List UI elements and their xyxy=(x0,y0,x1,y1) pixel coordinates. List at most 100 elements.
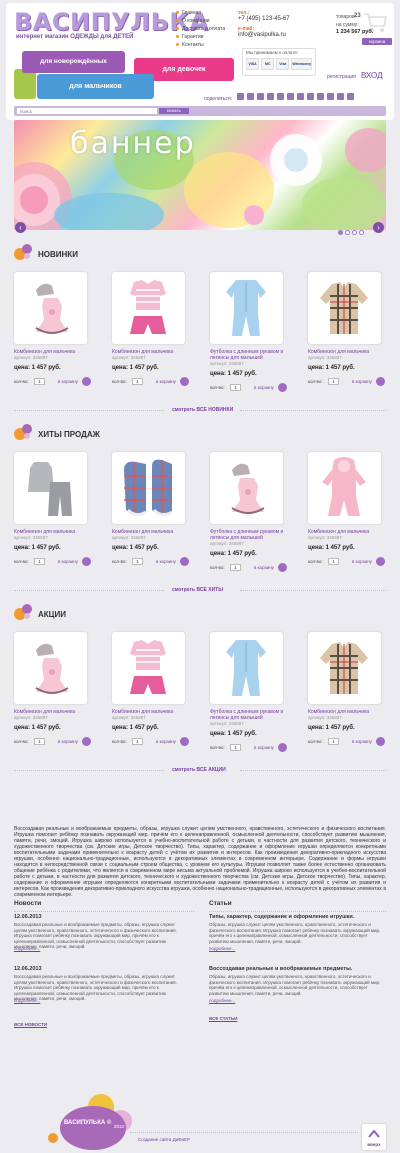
quantity-input[interactable]: 1 xyxy=(230,384,241,391)
product-article: артикул: 345897 xyxy=(112,715,146,720)
banner-dot[interactable] xyxy=(359,230,364,235)
add-to-cart-link[interactable]: в корзину xyxy=(352,559,372,564)
friendfeed-icon[interactable] xyxy=(337,93,344,100)
facebook-icon[interactable] xyxy=(247,93,254,100)
product-article: артикул: 345897 xyxy=(210,721,244,726)
quantity-input[interactable]: 1 xyxy=(328,378,339,385)
scroll-top-button[interactable]: вверх xyxy=(362,1124,386,1150)
product-name[interactable]: Футболка с длинным рукавом и легинсы для… xyxy=(210,349,290,361)
banner-prev-arrow[interactable]: ‹ xyxy=(15,222,26,233)
add-to-cart-link[interactable]: в корзину xyxy=(254,385,274,390)
section-divider-right xyxy=(240,590,386,591)
banner-next-arrow[interactable]: › xyxy=(373,222,384,233)
quantity-input[interactable]: 1 xyxy=(328,558,339,565)
email-link[interactable]: info@vasipulka.ru xyxy=(238,32,286,38)
quantity-input[interactable]: 1 xyxy=(132,378,143,385)
add-to-cart-link[interactable]: в корзину xyxy=(156,379,176,384)
ya-icon[interactable] xyxy=(307,93,314,100)
odnoklassniki-icon[interactable] xyxy=(267,93,274,100)
add-to-cart-icon[interactable] xyxy=(180,377,189,386)
vk-icon[interactable] xyxy=(237,93,244,100)
see-all-link[interactable]: смотреть ВСЕ АКЦИИ xyxy=(172,767,226,773)
add-to-cart-icon[interactable] xyxy=(376,737,385,746)
quantity-input[interactable]: 1 xyxy=(230,564,241,571)
quantity-input[interactable]: 1 xyxy=(132,558,143,565)
see-all-link[interactable]: смотреть ВСЕ ХИТЫ xyxy=(172,587,223,593)
register-link[interactable]: регистрация xyxy=(327,74,356,80)
add-to-cart-icon[interactable] xyxy=(180,557,189,566)
twitter-icon[interactable] xyxy=(257,93,264,100)
blogger-icon[interactable] xyxy=(317,93,324,100)
product-article: артикул: 345897 xyxy=(210,361,244,366)
product-image[interactable] xyxy=(112,452,185,524)
banner-dot[interactable] xyxy=(345,230,350,235)
add-to-cart-link[interactable]: в корзину xyxy=(58,739,78,744)
product-image[interactable] xyxy=(112,632,185,704)
tab-newborn[interactable]: для новорождённых xyxy=(22,51,125,73)
all-news-link[interactable]: ВСЕ НОВОСТИ xyxy=(14,1022,47,1027)
add-to-cart-link[interactable]: в корзину xyxy=(352,739,372,744)
product-image[interactable] xyxy=(308,452,381,524)
article-more-link[interactable]: подробнее... xyxy=(209,998,235,1003)
developer-link[interactable]: Создание сайта ДиФиЕР xyxy=(138,1137,190,1142)
add-to-cart-icon[interactable] xyxy=(82,737,91,746)
product-name[interactable]: Футболка с длинным рукавом и легинсы для… xyxy=(210,529,290,541)
add-to-cart-icon[interactable] xyxy=(82,377,91,386)
article-title[interactable]: Типы, характер, содержание и оформление … xyxy=(209,914,386,920)
banner-dot[interactable] xyxy=(352,230,357,235)
add-to-cart-icon[interactable] xyxy=(180,737,189,746)
google-icon[interactable] xyxy=(297,93,304,100)
add-to-cart-link[interactable]: в корзину xyxy=(58,559,78,564)
product-image[interactable] xyxy=(112,272,185,344)
nav-item-guarantees[interactable]: Гарантии xyxy=(176,33,232,41)
product-name[interactable]: Футболка с длинным рукавом и легинсы для… xyxy=(210,709,290,721)
mailru-icon[interactable] xyxy=(277,93,284,100)
nav-item-about[interactable]: О компании xyxy=(176,17,232,25)
add-to-cart-icon[interactable] xyxy=(376,377,385,386)
banner-dot[interactable] xyxy=(338,230,343,235)
product-image[interactable] xyxy=(210,452,283,524)
add-to-cart-link[interactable]: в корзину xyxy=(58,379,78,384)
quantity-input[interactable]: 1 xyxy=(34,378,45,385)
add-to-cart-link[interactable]: в корзину xyxy=(254,565,274,570)
add-to-cart-link[interactable]: в корзину xyxy=(156,739,176,744)
product-image[interactable] xyxy=(14,272,87,344)
add-to-cart-link[interactable]: в корзину xyxy=(156,559,176,564)
quantity-input[interactable]: 1 xyxy=(132,738,143,745)
article-more-link[interactable]: подробнее... xyxy=(209,946,235,951)
product-image[interactable] xyxy=(308,272,381,344)
nav-item-contacts[interactable]: Контакты xyxy=(176,41,232,49)
add-to-cart-icon[interactable] xyxy=(278,383,287,392)
quantity-input[interactable]: 1 xyxy=(34,558,45,565)
product-image[interactable] xyxy=(210,632,283,704)
quantity-input[interactable]: 1 xyxy=(328,738,339,745)
nav-item-home[interactable]: Главная xyxy=(176,9,232,17)
add-to-cart-icon[interactable] xyxy=(278,563,287,572)
livejournal-icon[interactable] xyxy=(287,93,294,100)
search-button[interactable]: искать xyxy=(159,108,189,114)
more-share-icon[interactable] xyxy=(347,93,354,100)
category-tab-green[interactable] xyxy=(14,69,36,99)
product-image[interactable] xyxy=(14,452,87,524)
add-to-cart-icon[interactable] xyxy=(376,557,385,566)
add-to-cart-link[interactable]: в корзину xyxy=(352,379,372,384)
product-image[interactable] xyxy=(14,632,87,704)
quantity-input[interactable]: 1 xyxy=(34,738,45,745)
liveinternet-icon[interactable] xyxy=(327,93,334,100)
add-to-cart-icon[interactable] xyxy=(82,557,91,566)
article-title[interactable]: Воссоздавая реальные и воображаемые пред… xyxy=(209,966,386,972)
cart-button[interactable]: корзина xyxy=(362,38,392,45)
all-articles-link[interactable]: ВСЕ СТАТЬИ xyxy=(209,1016,237,1021)
add-to-cart-icon[interactable] xyxy=(278,743,287,752)
login-link[interactable]: ВХОД xyxy=(361,71,383,80)
add-to-cart-link[interactable]: в корзину xyxy=(254,745,274,750)
product-image[interactable] xyxy=(210,272,283,344)
news-more-link[interactable]: подробнее... xyxy=(14,998,40,1003)
see-all-link[interactable]: смотреть ВСЕ НОВИНКИ xyxy=(172,407,233,413)
news-more-link[interactable]: подробнее... xyxy=(14,946,40,951)
tab-boys[interactable]: для мальчиков xyxy=(37,74,154,99)
search-input[interactable] xyxy=(17,108,157,114)
quantity-input[interactable]: 1 xyxy=(230,744,241,751)
product-image[interactable] xyxy=(308,632,381,704)
nav-item-delivery[interactable]: Доставка и оплата xyxy=(176,25,232,33)
